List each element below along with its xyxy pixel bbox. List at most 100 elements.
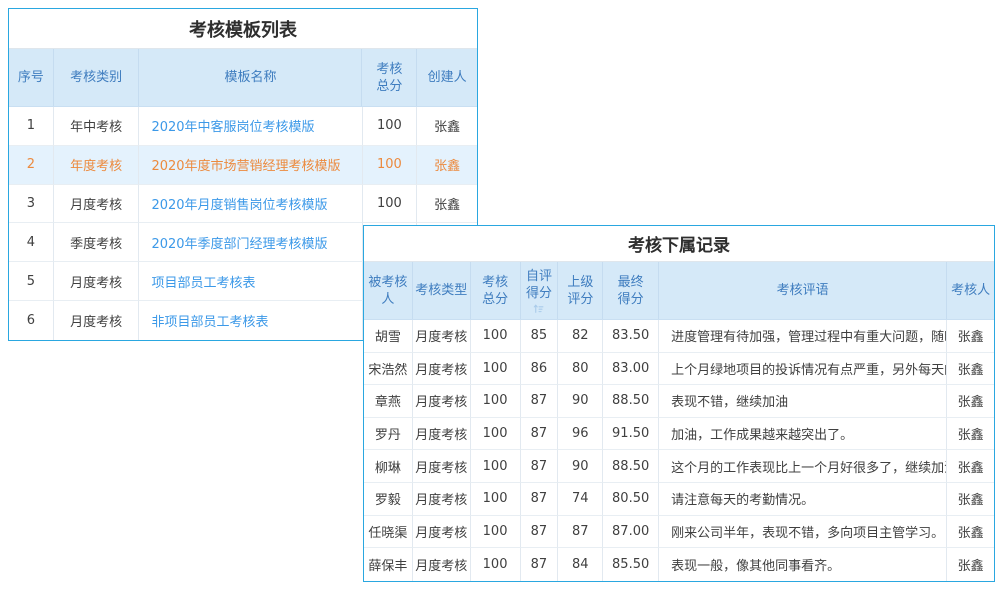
self-score-cell: 87 bbox=[521, 385, 559, 418]
row-index-cell: 6 bbox=[9, 301, 54, 340]
category-cell: 月度考核 bbox=[54, 262, 140, 301]
self-score-cell: 87 bbox=[521, 548, 559, 581]
header-assessor: 考核人 bbox=[947, 262, 994, 319]
assessment-total-cell: 100 bbox=[471, 483, 521, 516]
assessee-cell: 薛保丰 bbox=[364, 548, 413, 581]
template-name-link[interactable]: 2020年度市场营销经理考核模版 bbox=[151, 155, 340, 174]
template-name-cell: 2020年月度销售岗位考核模版 bbox=[139, 185, 362, 224]
category-cell: 月度考核 bbox=[54, 185, 140, 224]
category-cell: 年度考核 bbox=[54, 146, 140, 185]
self-score-cell: 87 bbox=[521, 483, 559, 516]
template-name-link[interactable]: 2020年季度部门经理考核模版 bbox=[151, 233, 327, 252]
records-table-header: 被考核人 考核类型 考核总分 自评得分 上级评分 最终得分 考核评语 考核人 bbox=[364, 262, 994, 320]
assessment-total-cell: 100 bbox=[471, 548, 521, 581]
assessment-type-cell: 月度考核 bbox=[413, 548, 471, 581]
template-table-row[interactable]: 3月度考核2020年月度销售岗位考核模版100张鑫 bbox=[9, 185, 477, 224]
assessment-type-cell: 月度考核 bbox=[413, 353, 471, 386]
sort-ascending-icon[interactable] bbox=[533, 303, 544, 314]
assessee-cell: 罗毅 bbox=[364, 483, 413, 516]
assessor-cell: 张鑫 bbox=[947, 516, 994, 549]
page: { "colors": { "accent_border": "#2AA7E0"… bbox=[0, 0, 1000, 600]
self-score-cell: 87 bbox=[521, 418, 559, 451]
record-table-row[interactable]: 罗毅月度考核100877480.50请注意每天的考勤情况。张鑫 bbox=[364, 483, 994, 516]
template-table-row[interactable]: 2年度考核2020年度市场营销经理考核模版100张鑫 bbox=[9, 146, 477, 185]
template-name-link[interactable]: 2020年中客服岗位考核模版 bbox=[151, 116, 314, 135]
assessor-cell: 张鑫 bbox=[947, 483, 994, 516]
assessment-type-cell: 月度考核 bbox=[413, 320, 471, 353]
template-table-row[interactable]: 1年中考核 2020年中客服岗位考核模版 100张鑫 bbox=[9, 107, 477, 146]
creator-cell: 张鑫 bbox=[417, 185, 477, 224]
header-self-score[interactable]: 自评得分 bbox=[521, 262, 559, 319]
record-table-row[interactable]: 柳琳月度考核100879088.50这个月的工作表现比上一个月好很多了，继续加油… bbox=[364, 450, 994, 483]
assessment-total-cell: 100 bbox=[471, 320, 521, 353]
comment-cell: 这个月的工作表现比上一个月好很多了，继续加油！ bbox=[659, 450, 947, 483]
assessor-cell: 张鑫 bbox=[947, 385, 994, 418]
assessment-type-cell: 月度考核 bbox=[413, 516, 471, 549]
comment-cell: 表现一般，像其他同事看齐。 bbox=[659, 548, 947, 581]
assessment-total-cell: 100 bbox=[471, 353, 521, 386]
assessment-type-cell: 月度考核 bbox=[413, 483, 471, 516]
header-assessee: 被考核人 bbox=[364, 262, 413, 319]
creator-cell: 张鑫 bbox=[417, 107, 477, 146]
total-score-cell: 100 bbox=[363, 185, 418, 224]
record-table-row[interactable]: 任晓渠月度考核100878787.00刚来公司半年，表现不错，多向项目主管学习。… bbox=[364, 516, 994, 549]
comment-cell: 进度管理有待加强，管理过程中有重大问题，随时... bbox=[659, 320, 947, 353]
row-index-cell: 5 bbox=[9, 262, 54, 301]
template-name-cell: 2020年中客服岗位考核模版 bbox=[139, 107, 362, 146]
final-score-cell: 88.50 bbox=[603, 385, 659, 418]
row-index-cell: 1 bbox=[9, 107, 54, 146]
header-assessment-total: 考核总分 bbox=[471, 262, 521, 319]
comment-cell: 加油，工作成果越来越突出了。 bbox=[659, 418, 947, 451]
record-table-row[interactable]: 章燕月度考核100879088.50表现不错，继续加油张鑫 bbox=[364, 385, 994, 418]
header-row-index: 序号 bbox=[9, 49, 54, 106]
total-score-cell: 100 bbox=[363, 107, 418, 146]
assessment-total-cell: 100 bbox=[471, 450, 521, 483]
template-name-cell: 项目部员工考核表 bbox=[139, 262, 362, 301]
total-score-cell: 100 bbox=[363, 146, 418, 185]
record-table-row[interactable]: 宋浩然月度考核100868083.00上个月绿地项目的投诉情况有点严重，另外每天… bbox=[364, 353, 994, 386]
category-cell: 月度考核 bbox=[54, 301, 140, 340]
superior-score-cell: 87 bbox=[558, 516, 603, 549]
template-name-link[interactable]: 项目部员工考核表 bbox=[151, 272, 255, 291]
header-final-score: 最终得分 bbox=[603, 262, 659, 319]
assessment-type-cell: 月度考核 bbox=[413, 418, 471, 451]
template-table-header: 序号 考核类别 模板名称 考核总分 创建人 bbox=[9, 49, 477, 107]
template-name-link[interactable]: 2020年月度销售岗位考核模版 bbox=[151, 194, 327, 213]
category-cell: 季度考核 bbox=[54, 223, 140, 262]
record-table-row[interactable]: 薛保丰月度考核100878485.50表现一般，像其他同事看齐。张鑫 bbox=[364, 548, 994, 581]
final-score-cell: 88.50 bbox=[603, 450, 659, 483]
superior-score-cell: 82 bbox=[558, 320, 603, 353]
assessor-cell: 张鑫 bbox=[947, 320, 994, 353]
records-table-card: 考核下属记录 被考核人 考核类型 考核总分 自评得分 上级评分 最终得分 考核评… bbox=[363, 225, 995, 582]
self-score-cell: 87 bbox=[521, 516, 559, 549]
category-cell: 年中考核 bbox=[54, 107, 140, 146]
record-table-row[interactable]: 胡雪月度考核100858283.50进度管理有待加强，管理过程中有重大问题，随时… bbox=[364, 320, 994, 353]
self-score-cell: 86 bbox=[521, 353, 559, 386]
header-assessment-type: 考核类型 bbox=[413, 262, 471, 319]
header-comment: 考核评语 bbox=[659, 262, 947, 319]
template-table-title: 考核模板列表 bbox=[9, 9, 477, 49]
header-total-score: 考核总分 bbox=[362, 49, 417, 106]
final-score-cell: 85.50 bbox=[603, 548, 659, 581]
row-index-cell: 2 bbox=[9, 146, 54, 185]
record-table-row[interactable]: 罗丹月度考核100879691.50加油，工作成果越来越突出了。张鑫 bbox=[364, 418, 994, 451]
final-score-cell: 87.00 bbox=[603, 516, 659, 549]
assessee-cell: 任晓渠 bbox=[364, 516, 413, 549]
header-creator: 创建人 bbox=[417, 49, 477, 106]
assessor-cell: 张鑫 bbox=[947, 353, 994, 386]
assessee-cell: 章燕 bbox=[364, 385, 413, 418]
final-score-cell: 80.50 bbox=[603, 483, 659, 516]
comment-cell: 请注意每天的考勤情况。 bbox=[659, 483, 947, 516]
assessment-total-cell: 100 bbox=[471, 385, 521, 418]
records-table-body: 胡雪月度考核100858283.50进度管理有待加强，管理过程中有重大问题，随时… bbox=[364, 320, 994, 581]
records-table-title: 考核下属记录 bbox=[364, 226, 994, 262]
superior-score-cell: 80 bbox=[558, 353, 603, 386]
template-name-link[interactable]: 非项目部员工考核表 bbox=[151, 311, 268, 330]
assessor-cell: 张鑫 bbox=[947, 418, 994, 451]
template-name-cell: 非项目部员工考核表 bbox=[139, 301, 362, 340]
row-index-cell: 4 bbox=[9, 223, 54, 262]
final-score-cell: 83.00 bbox=[603, 353, 659, 386]
assessor-cell: 张鑫 bbox=[947, 450, 994, 483]
header-template-name: 模板名称 bbox=[139, 49, 362, 106]
template-name-cell: 2020年度市场营销经理考核模版 bbox=[139, 146, 362, 185]
